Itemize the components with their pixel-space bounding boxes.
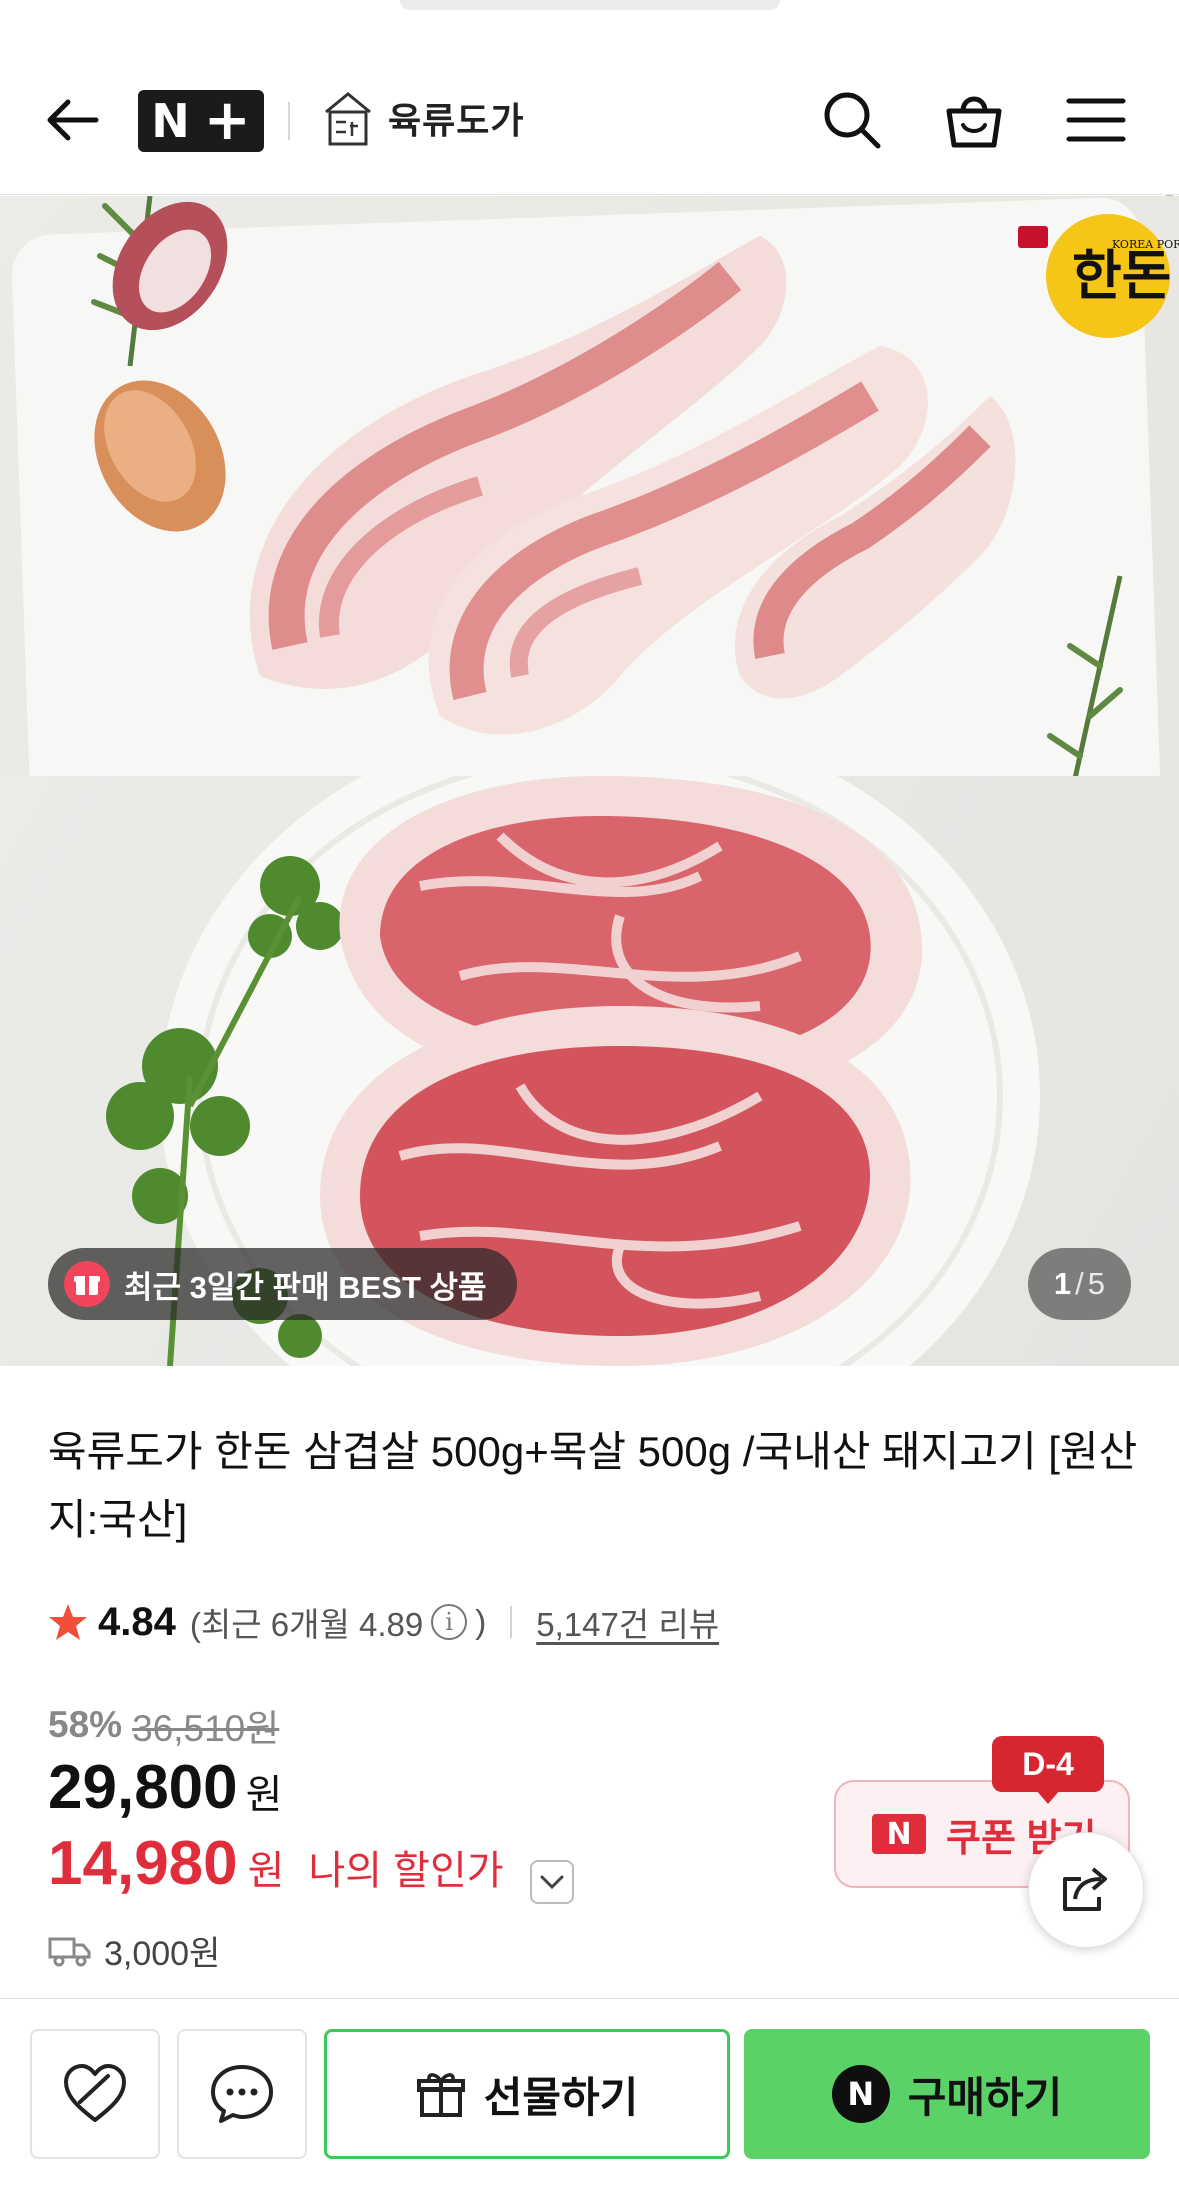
recent-rating[interactable]: (최근 6개월 4.89 i ) (190, 1598, 486, 1646)
naverpay-n-icon: N (831, 2065, 890, 2123)
chevron-down-icon (540, 1875, 564, 1890)
handon-seal-caption: KOREA PORK (1112, 238, 1179, 251)
coupon-dday-badge: D-4 (992, 1736, 1104, 1804)
my-price-unit: 원 (247, 1849, 285, 1893)
chat-button[interactable] (177, 2029, 307, 2159)
gift-badge-icon (64, 1261, 110, 1307)
best-seller-text: 최근 3일간 판매 BEST 상품 (124, 1269, 487, 1305)
shipping-fee: 3,000원 (48, 1926, 220, 1975)
header-divider (288, 102, 290, 140)
image-counter: 1 / 5 (1027, 1248, 1131, 1320)
rating-row: 4.84 (최근 6개월 4.89 i ) 5,147건 리뷰 (48, 1592, 719, 1652)
heart-icon (64, 2064, 126, 2122)
truck-icon (48, 1937, 91, 1966)
recent-rating-text: (최근 6개월 4.89 (189, 1606, 424, 1643)
gift-button[interactable]: 선물하기 (324, 2029, 730, 2159)
sale-price: 29,800 원 (48, 1752, 282, 1823)
back-arrow-icon (47, 99, 99, 141)
header: N + 육류도가 (0, 60, 1179, 195)
original-price: 36,510원 (132, 1708, 280, 1749)
product-image-gallery[interactable]: 한돈 KOREA PORK (0, 196, 1179, 1366)
shipping-fee-value: 3,000원 (104, 1935, 221, 1973)
handon-seal-text: 한돈 (1072, 243, 1171, 307)
menu-button[interactable] (1064, 88, 1128, 152)
discount-percent: 58% (48, 1704, 123, 1745)
my-discount-price: 14,980 원 나의 할인가 (48, 1828, 574, 1904)
top-handle (400, 0, 780, 10)
search-icon (824, 92, 881, 149)
my-price-expand-button[interactable] (529, 1860, 574, 1904)
product-photo-samgyeopsal: 한돈 KOREA PORK (0, 196, 1179, 937)
shopping-bag-icon (946, 96, 1002, 148)
pork-belly-illustration: 한돈 KOREA PORK (11, 196, 1179, 937)
my-price-value: 14,980 (48, 1829, 238, 1898)
hamburger-menu-icon (1066, 98, 1126, 142)
naver-coupon-icon: N (872, 1814, 926, 1854)
share-button[interactable] (1028, 1832, 1144, 1948)
search-button[interactable] (820, 88, 884, 152)
image-counter-current: 1 (1053, 1266, 1072, 1301)
product-title: 육류도가 한돈 삼겹살 500g+목살 500g /국내산 돼지고기 [원산지:… (48, 1428, 1138, 1543)
sale-price-value: 29,800 (48, 1753, 238, 1822)
bottom-action-bar: 선물하기 N 구매하기 (0, 1998, 1179, 2190)
discount-row: 58% 36,510원 (48, 1698, 279, 1752)
wishlist-button[interactable] (30, 2029, 160, 2159)
brand[interactable]: 육류도가 (318, 86, 524, 150)
best-seller-badge: 최근 3일간 판매 BEST 상품 (48, 1248, 517, 1320)
my-price-label: 나의 할인가 (308, 1849, 504, 1893)
buy-button[interactable]: N 구매하기 (744, 2029, 1150, 2159)
back-button[interactable] (40, 88, 104, 152)
info-icon[interactable]: i (431, 1604, 468, 1640)
buy-button-label: 구매하기 (907, 2073, 1063, 2121)
rating-divider (510, 1606, 513, 1638)
gift-button-label: 선물하기 (483, 2073, 639, 2121)
rating-score: 4.84 (98, 1599, 176, 1644)
review-count-link[interactable]: 5,147건 리뷰 (536, 1598, 719, 1646)
image-counter-separator: / (1075, 1266, 1084, 1301)
chat-bubble-icon (211, 2065, 273, 2123)
nplus-n: N (151, 94, 190, 148)
nplus-store-badge[interactable]: N + (138, 90, 264, 152)
nplus-plus: + (203, 88, 251, 153)
cart-button[interactable] (942, 88, 1006, 152)
share-icon (1063, 1867, 1107, 1911)
star-icon (49, 1604, 87, 1640)
image-counter-total: 5 (1087, 1266, 1105, 1301)
recent-rating-close: ) (475, 1603, 487, 1640)
sale-price-unit: 원 (245, 1773, 283, 1817)
gift-icon (416, 2073, 465, 2117)
brand-logo-icon (325, 92, 371, 146)
brand-name: 육류도가 (388, 100, 525, 141)
